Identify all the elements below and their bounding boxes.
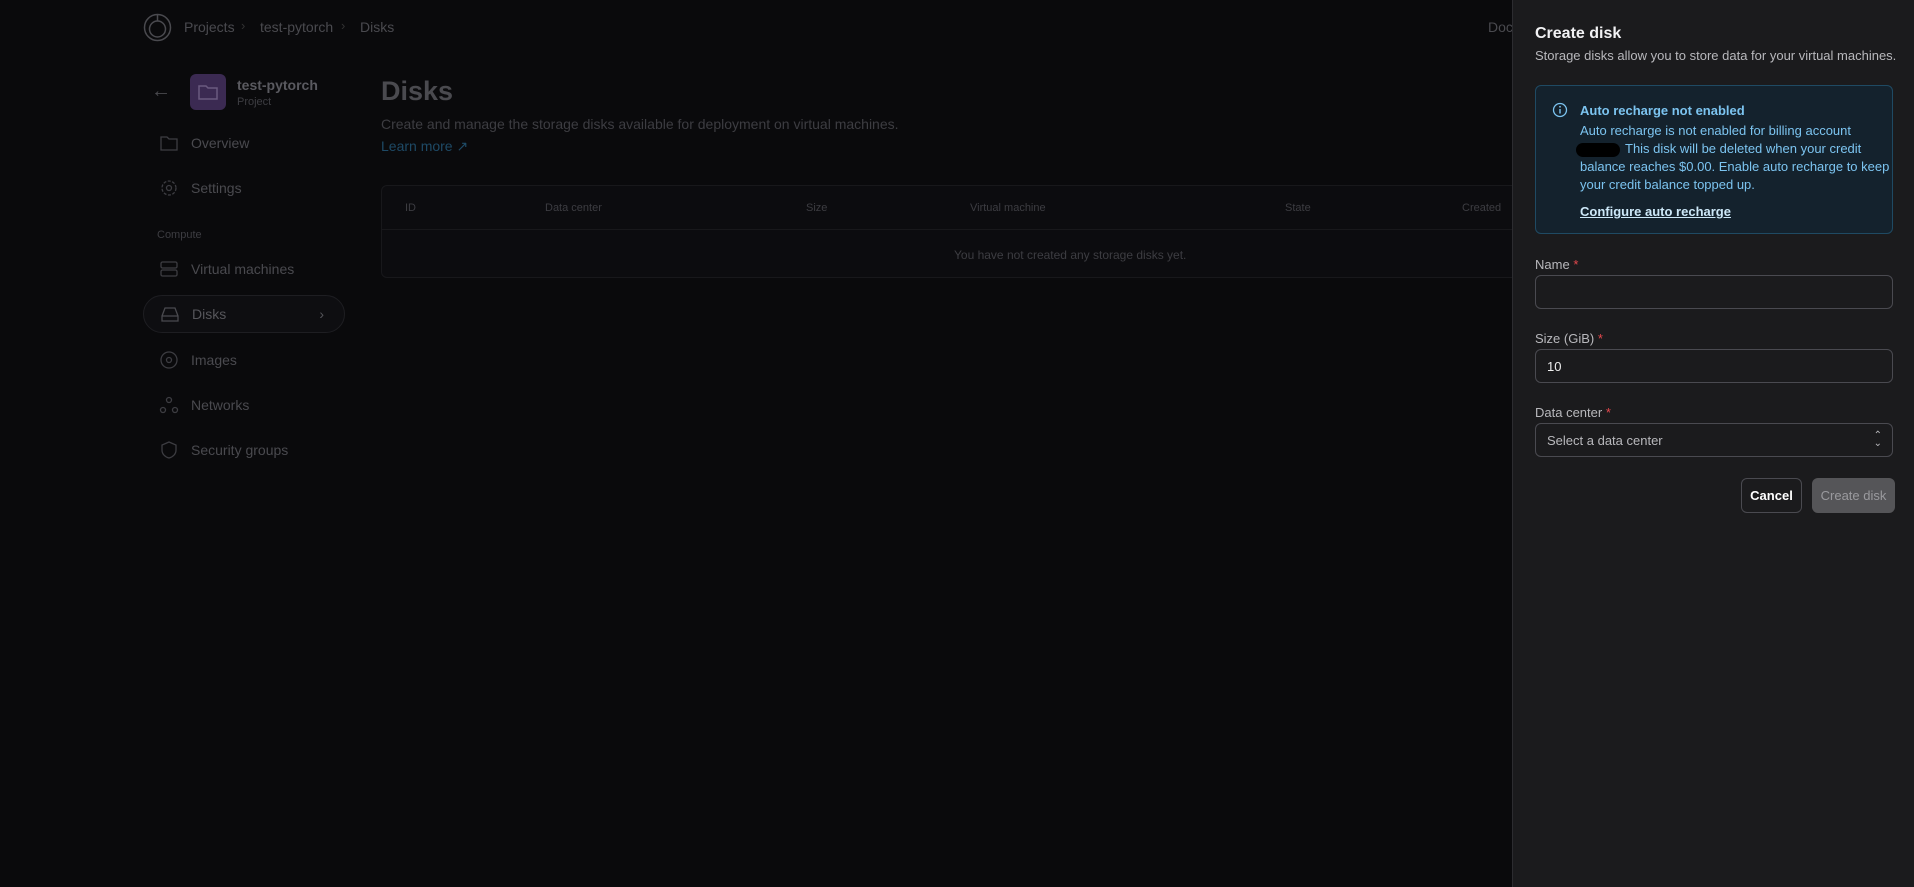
sidebar-item-images[interactable]: Images [143,341,345,379]
sidebar-item-security-groups[interactable]: Security groups [143,431,345,469]
learn-more-label: Learn more [381,138,453,154]
network-icon [159,396,179,414]
alert-text-2: This disk will be deleted when your cred… [1625,141,1862,156]
sidebar-section-compute: Compute [157,229,202,241]
chevron-right-icon: › [241,18,246,33]
create-disk-drawer: Create disk Storage disks allow you to s… [1512,0,1914,887]
shield-icon [161,441,177,459]
chevron-right-icon: › [341,18,346,33]
column-header[interactable]: Size [806,202,827,214]
size-label: Size (GiB) * [1535,331,1603,346]
info-icon [1552,102,1568,118]
name-input[interactable] [1535,275,1893,309]
configure-auto-recharge-link[interactable]: Configure auto recharge [1580,203,1731,221]
disks-table [381,185,1541,278]
sidebar-item-label: Images [191,352,237,368]
column-header[interactable]: Virtual machine [970,202,1046,214]
breadcrumb-project[interactable]: test-pytorch [260,19,333,35]
project-name: test-pytorch [237,77,318,93]
chevron-up-down-icon: ⌃ ⌄ [1873,430,1882,449]
column-header[interactable]: ID [405,202,416,214]
page-title: Disks [381,76,454,106]
select-placeholder: Select a data center [1547,432,1663,448]
folder-icon [160,136,178,151]
alert-text-4: your credit balance topped up. [1580,177,1755,192]
sidebar-item-disks[interactable]: Disks › [143,295,345,333]
column-header[interactable]: Created [1462,202,1501,214]
redacted-account [1576,143,1620,157]
server-icon [160,261,178,277]
breadcrumb-current: Disks [360,19,395,35]
project-avatar [190,74,226,110]
sidebar-item-virtual-machines[interactable]: Virtual machines [143,250,345,288]
disk-icon [161,307,179,322]
sidebar-item-label: Networks [191,397,250,413]
breadcrumb-projects[interactable]: Projects [184,19,235,35]
sidebar-item-overview[interactable]: Overview [143,124,345,162]
cancel-button[interactable]: Cancel [1741,478,1802,513]
drawer-subtitle: Storage disks allow you to store data fo… [1535,48,1897,63]
data-center-select[interactable]: Select a data center ⌃ ⌄ [1535,423,1893,457]
data-center-label: Data center * [1535,405,1611,420]
sidebar-item-label: Security groups [191,442,289,458]
disc-icon [160,351,178,369]
logo-icon[interactable] [143,13,172,42]
empty-state: You have not created any storage disks y… [954,248,1187,262]
sidebar-item-label: Disks [192,306,227,322]
column-header[interactable]: Data center [545,202,602,214]
size-input[interactable] [1535,349,1893,383]
project-type: Project [237,96,272,108]
learn-more-link[interactable]: Learn more ↗ [381,138,468,155]
folder-icon [198,85,218,100]
chevron-right-icon: › [319,306,324,322]
alert-title: Auto recharge not enabled [1580,103,1745,118]
drawer-title: Create disk [1535,25,1622,42]
sidebar-item-settings[interactable]: Settings [143,169,345,207]
sidebar-item-networks[interactable]: Networks [143,386,345,424]
sidebar-item-label: Overview [191,135,250,151]
alert-text-1: Auto recharge is not enabled for billing… [1580,123,1852,138]
column-header[interactable]: State [1285,202,1311,214]
sidebar-item-label: Virtual machines [191,261,295,277]
name-label: Name * [1535,257,1579,272]
external-link-icon: ↗ [456,138,469,154]
sidebar-item-label: Settings [191,180,242,196]
auto-recharge-alert: Auto recharge not enabled Auto recharge … [1535,85,1893,234]
create-disk-button[interactable]: Create disk [1812,478,1895,513]
back-arrow-icon[interactable]: ← [151,80,171,103]
page-description: Create and manage the storage disks avai… [381,116,899,132]
gear-icon [161,180,177,196]
alert-text-3: balance reaches $0.00. Enable auto recha… [1580,159,1890,174]
